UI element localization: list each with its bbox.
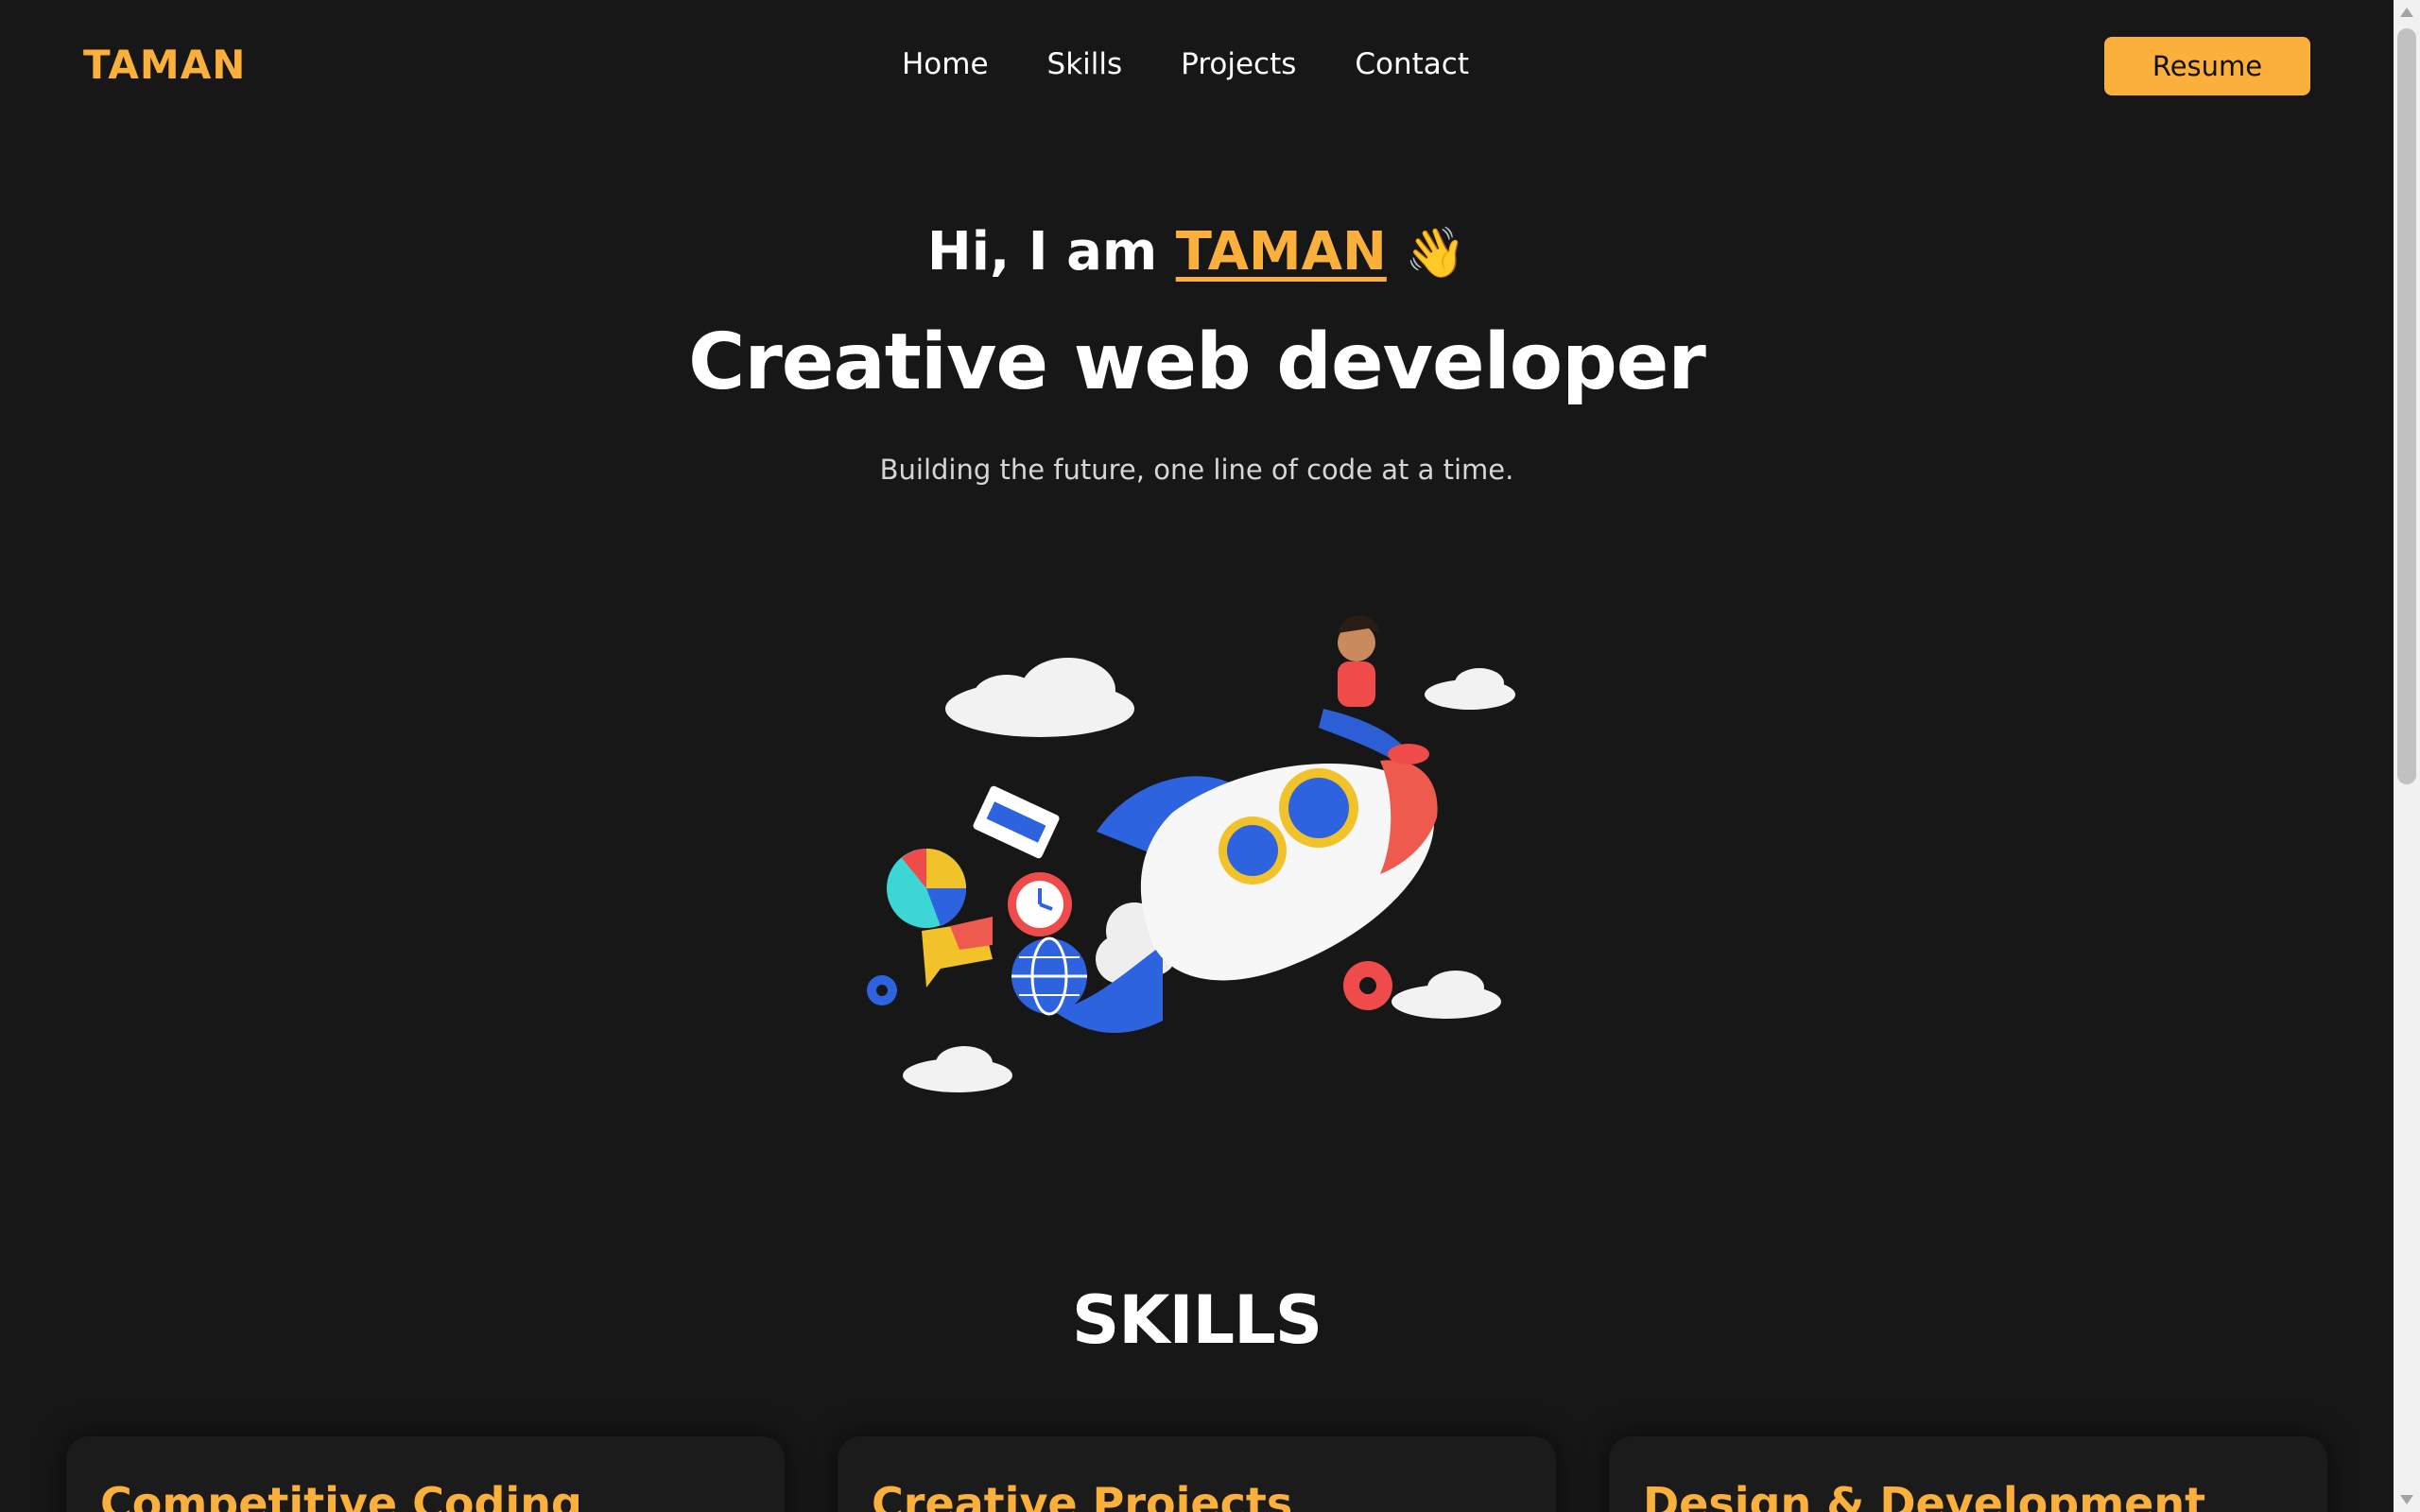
- logo[interactable]: TAMAN: [83, 42, 246, 88]
- nav-link-home[interactable]: Home: [902, 47, 989, 81]
- hero-greeting: Hi, I am TAMAN 👋: [0, 221, 2394, 283]
- skill-card-title: Creative Projects: [872, 1478, 1293, 1512]
- scroll-up-arrow-icon[interactable]: [2400, 8, 2413, 17]
- nav-links: Home Skills Projects Contact: [902, 47, 1469, 81]
- hero-name: TAMAN: [1175, 221, 1387, 283]
- scrollbar[interactable]: [2394, 0, 2420, 1512]
- hero-subtitle: Building the future, one line of code at…: [879, 454, 1514, 486]
- skills-heading: SKILLS: [1071, 1281, 1322, 1359]
- clock-icon: [1008, 872, 1072, 936]
- skill-card-competitive-coding[interactable]: Competitive Coding: [66, 1436, 785, 1512]
- wave-hand-icon: 👋: [1405, 225, 1467, 282]
- greeting-prefix: Hi, I am: [926, 221, 1176, 283]
- cloud-icon: [945, 658, 1134, 737]
- resume-button[interactable]: Resume: [2104, 37, 2310, 95]
- gear-icon: [1343, 961, 1392, 1010]
- nav-link-contact[interactable]: Contact: [1355, 47, 1469, 81]
- nav-link-skills[interactable]: Skills: [1047, 47, 1123, 81]
- skill-card-creative-projects[interactable]: Creative Projects: [838, 1436, 1556, 1512]
- scroll-down-arrow-icon[interactable]: [2400, 1495, 2413, 1504]
- skill-card-design-development[interactable]: Design & Development: [1609, 1436, 2327, 1512]
- hero-title: Creative web developer: [688, 318, 1706, 407]
- scroll-thumb[interactable]: [2397, 28, 2416, 784]
- globe-icon: [1011, 936, 1087, 1016]
- rocket-rider-illustration: [867, 615, 1515, 1092]
- pie-chart-icon: [887, 849, 967, 928]
- person-rider-icon: [1319, 615, 1429, 765]
- cloud-icon: [1425, 668, 1515, 710]
- nav-link-projects[interactable]: Projects: [1181, 47, 1296, 81]
- gear-icon: [867, 975, 897, 1005]
- skill-card-title: Competitive Coding: [100, 1478, 582, 1512]
- cloud-icon: [903, 1046, 1012, 1092]
- cloud-icon: [1392, 971, 1501, 1019]
- document-chart-icon: [973, 785, 1060, 859]
- navbar: TAMAN Home Skills Projects Contact Resum…: [0, 0, 2394, 132]
- skill-card-title: Design & Development: [1643, 1478, 2206, 1512]
